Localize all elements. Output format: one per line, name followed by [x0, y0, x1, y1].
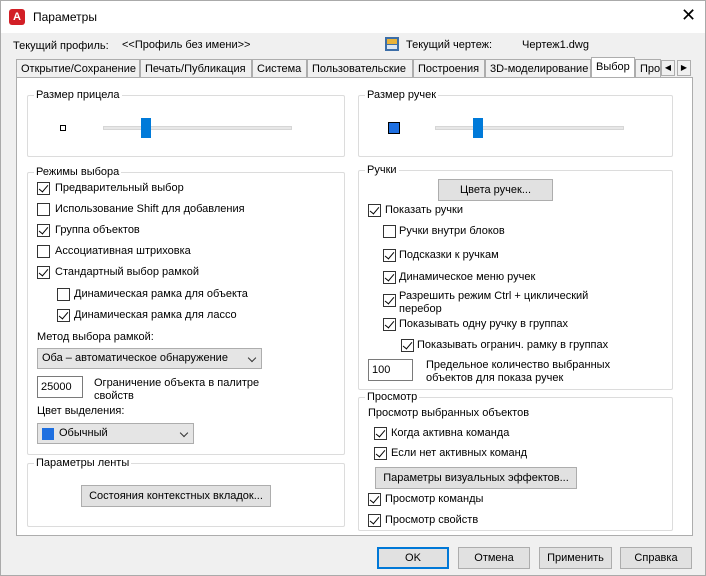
tab-scroll-left-icon[interactable]: ◀	[661, 60, 675, 76]
window-method-label: Метод выбора рамкой:	[37, 331, 154, 343]
implied-windowing-label: Стандартный выбор рамкой	[55, 266, 200, 278]
grip-object-limit-input[interactable]: 100	[368, 359, 413, 381]
contextual-tab-states-button[interactable]: Состояния контекстных вкладок...	[81, 485, 271, 507]
window-method-select[interactable]: Оба – автоматическое обнаружение	[37, 348, 262, 369]
grips-title: Ручки	[365, 164, 399, 176]
property-preview-checkbox[interactable]	[368, 514, 381, 527]
selection-color-value: Обычный	[59, 427, 108, 439]
tab-plot-publish[interactable]: Печать/Публикация	[140, 59, 252, 78]
dynamic-grip-menu-checkbox[interactable]	[383, 271, 396, 284]
selection-preview-label: Просмотр выбранных объектов	[368, 407, 530, 419]
tab-selection[interactable]: Выбор	[591, 57, 635, 79]
use-shift-to-add-label: Использование Shift для добавления	[55, 203, 245, 215]
when-no-command-label: Если нет активных команд	[391, 447, 528, 459]
grip-object-limit-label-line2: объектов для показа ручек	[426, 372, 564, 384]
dynamic-window-lasso-label: Динамическая рамка для лассо	[74, 309, 237, 321]
property-preview-label: Просмотр свойств	[385, 514, 479, 526]
help-button[interactable]: Справка	[620, 547, 692, 569]
tab-user-preferences[interactable]: Пользовательские	[307, 59, 413, 78]
grip-colors-button[interactable]: Цвета ручек...	[438, 179, 553, 201]
command-preview-checkbox[interactable]	[368, 493, 381, 506]
pickbox-slider-track[interactable]	[103, 126, 292, 130]
when-command-active-label: Когда активна команда	[391, 427, 510, 439]
tab-scroll-right-icon[interactable]: ▶	[677, 60, 691, 76]
object-grouping-label: Группа объектов	[55, 224, 140, 236]
selection-color-label: Цвет выделения:	[37, 405, 125, 417]
associative-hatch-checkbox[interactable]	[37, 245, 50, 258]
ok-button[interactable]: OK	[377, 547, 449, 569]
single-grip-groups-label: Показывать одну ручку в группах	[399, 318, 569, 330]
grips-in-blocks-label: Ручки внутри блоков	[399, 225, 505, 237]
tab-profiles[interactable]: Про	[635, 59, 661, 78]
color-swatch	[42, 428, 54, 440]
tab-drafting[interactable]: Построения	[413, 59, 485, 78]
options-dialog: A Параметры ✕ Текущий профиль: <<Профиль…	[0, 0, 706, 576]
noun-verb-selection-label: Предварительный выбор	[55, 182, 184, 194]
grip-slider-thumb[interactable]	[473, 118, 483, 138]
title-bar: A Параметры ✕	[1, 1, 705, 33]
cancel-button[interactable]: Отмена	[458, 547, 530, 569]
implied-windowing-checkbox[interactable]	[37, 266, 50, 279]
associative-hatch-label: Ассоциативная штриховка	[55, 245, 191, 257]
dynamic-grip-menu-label: Динамическое меню ручек	[399, 271, 536, 283]
pickbox-preview	[60, 125, 66, 131]
show-grips-checkbox[interactable]	[368, 204, 381, 217]
noun-verb-selection-checkbox[interactable]	[37, 182, 50, 195]
when-command-active-checkbox[interactable]	[374, 427, 387, 440]
drawing-icon	[385, 37, 399, 51]
chevron-down-icon	[179, 428, 189, 438]
grip-tips-checkbox[interactable]	[383, 249, 396, 262]
ribbon-options-title: Параметры ленты	[34, 457, 132, 469]
close-icon[interactable]: ✕	[681, 5, 696, 25]
drawing-value: Чертеж1.dwg	[522, 39, 589, 51]
dynamic-window-object-checkbox[interactable]	[57, 288, 70, 301]
object-limit-label-line1: Ограничение объекта в палитре	[94, 377, 260, 389]
ctrl-cycling-checkbox[interactable]	[383, 294, 396, 307]
profile-value: <<Профиль без имени>>	[122, 39, 251, 51]
autocad-app-icon: A	[9, 9, 25, 25]
dynamic-window-object-label: Динамическая рамка для объекта	[74, 288, 248, 300]
grips-in-blocks-checkbox[interactable]	[383, 225, 396, 238]
dynamic-window-lasso-checkbox[interactable]	[57, 309, 70, 322]
drawing-label: Текущий чертеж:	[406, 39, 493, 51]
window-title: Параметры	[33, 10, 97, 24]
bounding-box-groups-checkbox[interactable]	[401, 339, 414, 352]
apply-button[interactable]: Применить	[539, 547, 612, 569]
command-preview-label: Просмотр команды	[385, 493, 484, 505]
ctrl-cycling-label-line1: Разрешить режим Ctrl + циклический	[399, 290, 589, 302]
window-method-value: Оба – автоматическое обнаружение	[42, 352, 228, 364]
bounding-box-groups-label: Показывать огранич. рамку в группах	[417, 339, 609, 351]
grip-size-title: Размер ручек	[365, 89, 439, 101]
object-limit-input[interactable]: 25000	[37, 376, 83, 398]
when-no-command-checkbox[interactable]	[374, 447, 387, 460]
tab-system[interactable]: Система	[252, 59, 307, 78]
grip-object-limit-label-line1: Предельное количество выбранных	[426, 359, 611, 371]
visual-effects-settings-button[interactable]: Параметры визуальных эффектов...	[375, 467, 577, 489]
show-grips-label: Показать ручки	[385, 204, 463, 216]
grip-tips-label: Подсказки к ручкам	[399, 249, 499, 261]
selection-modes-title: Режимы выбора	[34, 166, 122, 178]
pickbox-slider-thumb[interactable]	[141, 118, 151, 138]
preview-title: Просмотр	[365, 391, 420, 403]
ctrl-cycling-label-line2: перебор	[399, 303, 442, 315]
grip-slider-track[interactable]	[435, 126, 624, 130]
object-grouping-checkbox[interactable]	[37, 224, 50, 237]
selection-color-select[interactable]: Обычный	[37, 423, 194, 444]
profile-label: Текущий профиль:	[13, 40, 109, 52]
single-grip-groups-checkbox[interactable]	[383, 318, 396, 331]
chevron-down-icon	[247, 353, 257, 363]
grip-preview	[388, 122, 400, 134]
tab-open-save[interactable]: Открытие/Сохранение	[16, 59, 140, 78]
object-limit-label-line2: свойств	[94, 390, 134, 402]
tab-3d-modeling[interactable]: 3D-моделирование	[485, 59, 591, 78]
use-shift-to-add-checkbox[interactable]	[37, 203, 50, 216]
pickbox-size-title: Размер прицела	[34, 89, 122, 101]
